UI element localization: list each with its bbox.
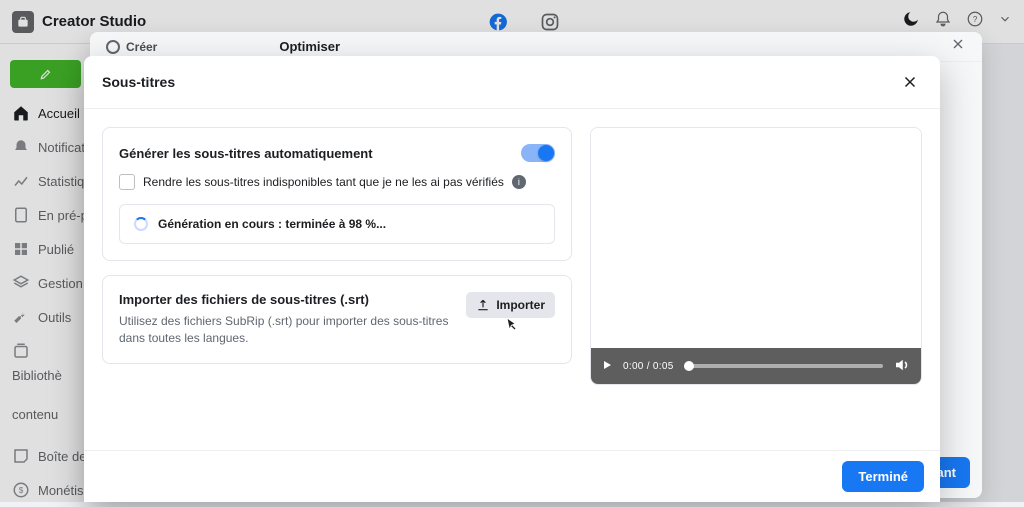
spinner-icon [134, 217, 148, 231]
optimize-title: Optimiser [279, 39, 340, 54]
video-preview: 0:00 / 0:05 [590, 127, 922, 385]
subtitles-footer: Terminé [84, 450, 940, 502]
auto-generate-heading: Générer les sous-titres automatiquement [119, 146, 373, 161]
step-ring-icon [106, 40, 120, 54]
step-label: Créer [126, 40, 157, 54]
subtitles-close-button[interactable] [898, 70, 922, 94]
video-controls: 0:00 / 0:05 [591, 348, 921, 384]
seek-thumb[interactable] [684, 361, 694, 371]
video-canvas[interactable] [591, 128, 921, 348]
hold-until-verified-checkbox[interactable] [119, 174, 135, 190]
import-desc: Utilisez des fichiers SubRip (.srt) pour… [119, 313, 454, 347]
play-button[interactable] [601, 359, 613, 374]
hold-until-verified-label: Rendre les sous-titres indisponibles tan… [143, 175, 504, 189]
close-icon [901, 73, 919, 91]
video-time: 0:00 / 0:05 [623, 361, 674, 372]
cursor-icon [503, 316, 519, 334]
subtitles-title: Sous-titres [102, 74, 175, 90]
hold-until-verified-row: Rendre les sous-titres indisponibles tan… [119, 174, 555, 190]
preview-column: 0:00 / 0:05 [590, 127, 922, 432]
play-icon [601, 359, 613, 371]
volume-button[interactable] [893, 356, 911, 377]
auto-generate-card: Générer les sous-titres automatiquement … [102, 127, 572, 261]
info-icon[interactable]: i [512, 175, 526, 189]
subtitles-body: Générer les sous-titres automatiquement … [84, 109, 940, 450]
import-button-label: Importer [496, 298, 545, 312]
done-label: Terminé [858, 469, 908, 484]
import-button[interactable]: Importer [466, 292, 555, 318]
optimize-close-button[interactable] [950, 36, 966, 57]
settings-column: Générer les sous-titres automatiquement … [102, 127, 572, 432]
upload-icon [476, 298, 490, 312]
subtitles-header: Sous-titres [84, 56, 940, 109]
auto-generate-row: Générer les sous-titres automatiquement [119, 144, 555, 162]
import-heading: Importer des fichiers de sous-titres (.s… [119, 292, 454, 307]
import-text: Importer des fichiers de sous-titres (.s… [119, 292, 454, 347]
seek-track[interactable] [684, 364, 883, 368]
close-icon [950, 36, 966, 52]
subtitles-modal: Sous-titres Générer les sous-titres auto… [84, 56, 940, 502]
auto-generate-toggle[interactable] [521, 144, 555, 162]
generation-progress: Génération en cours : terminée à 98 %... [119, 204, 555, 244]
step-create[interactable]: Créer [106, 40, 157, 54]
volume-icon [893, 356, 911, 374]
done-button[interactable]: Terminé [842, 461, 924, 492]
progress-label: Génération en cours : terminée à 98 %... [158, 217, 386, 231]
import-srt-card: Importer des fichiers de sous-titres (.s… [102, 275, 572, 364]
